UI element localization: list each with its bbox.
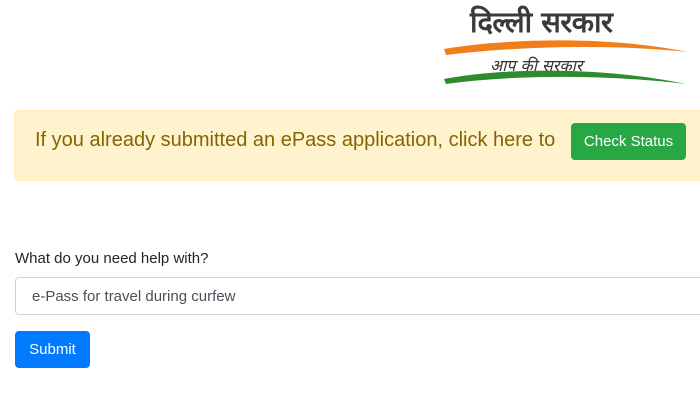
alert-message: If you already submitted an ePass applic… xyxy=(35,129,556,151)
saffron-swoosh xyxy=(444,40,688,55)
delhi-government-logo: दिल्ली सरकार आप की सरकार xyxy=(440,2,690,92)
help-topic-selected-value: e-Pass for travel during curfew xyxy=(32,288,236,305)
logo-title: दिल्ली सरकार xyxy=(470,5,613,39)
help-topic-select[interactable]: e-Pass for travel during curfew xyxy=(15,277,700,315)
page: दिल्ली सरकार आप की सरकार If you already … xyxy=(0,0,700,400)
submit-button[interactable]: Submit xyxy=(15,331,90,368)
logo-tagline: आप की सरकार xyxy=(490,56,583,75)
check-status-button[interactable]: Check Status xyxy=(571,123,686,160)
check-status-alert: If you already submitted an ePass applic… xyxy=(14,110,700,181)
help-topic-label: What do you need help with? xyxy=(15,250,209,267)
